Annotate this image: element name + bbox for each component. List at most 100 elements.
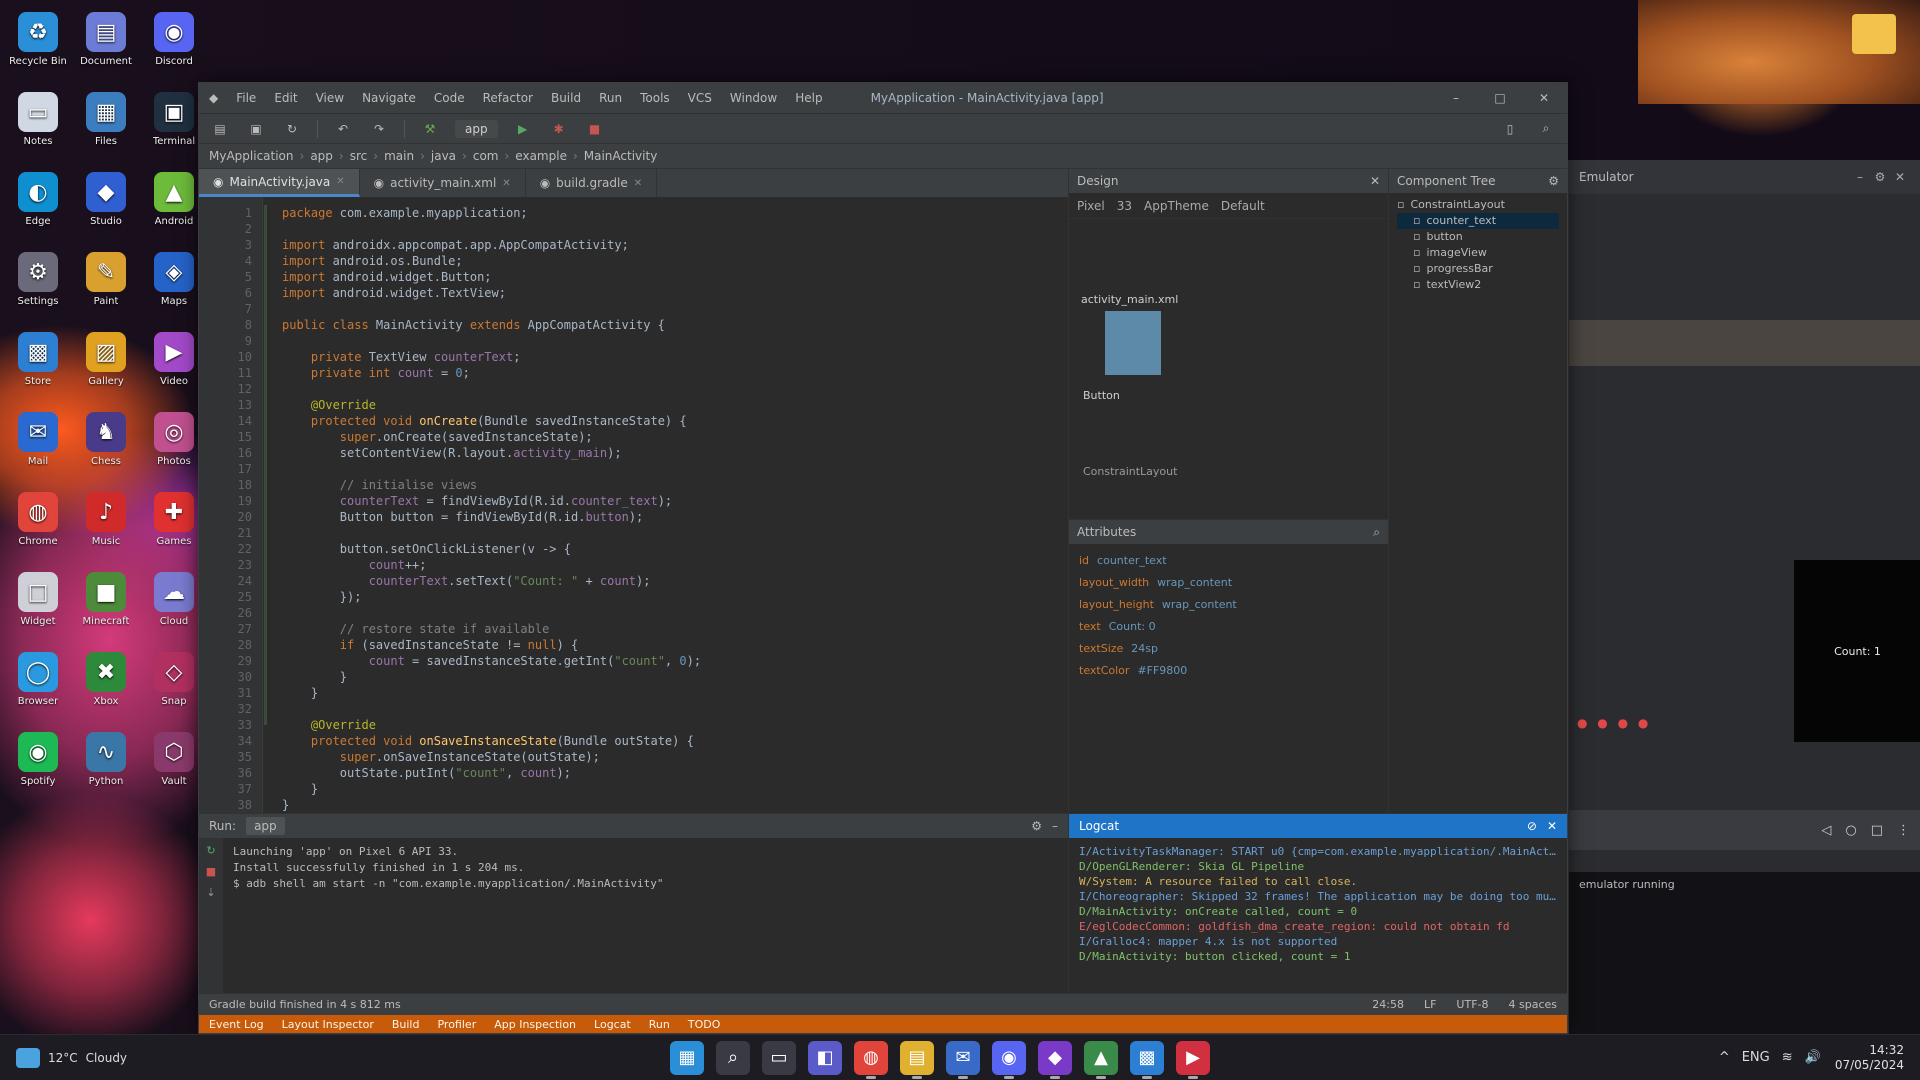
close-icon[interactable]: ✕ (1370, 174, 1380, 188)
android-studio-icon[interactable]: ▲ (1084, 1040, 1118, 1079)
close-icon[interactable]: ✕ (634, 178, 642, 189)
redo-icon[interactable]: ↷ (368, 118, 390, 140)
breadcrumb-item[interactable]: example (515, 149, 567, 163)
design-toolbar-item[interactable]: Pixel (1077, 199, 1105, 213)
menu-edit[interactable]: Edit (274, 91, 297, 105)
indent-setting[interactable]: 4 spaces (1509, 998, 1558, 1011)
desktop-icon[interactable]: ◯ Browser (6, 646, 70, 726)
menu-file[interactable]: File (236, 91, 256, 105)
desktop-icon[interactable]: ⚙ Settings (6, 246, 70, 326)
settings-icon[interactable]: ⚙ (1870, 170, 1890, 184)
logcat-clear-icon[interactable]: ⊘ (1527, 819, 1537, 833)
minimize-icon[interactable]: – (1443, 91, 1469, 105)
menu-tools[interactable]: Tools (640, 91, 670, 105)
editor-tab[interactable]: ◉ activity_main.xml ✕ (360, 169, 526, 197)
tray-icon[interactable]: ≋ (1782, 1050, 1793, 1065)
tool-window-button[interactable]: Profiler (437, 1018, 476, 1031)
desktop-icon[interactable]: ■ Minecraft (74, 566, 138, 646)
mail-icon[interactable]: ✉ (946, 1040, 980, 1079)
panel-settings-icon[interactable]: ⚙ (1031, 819, 1042, 833)
menu-view[interactable]: View (316, 91, 344, 105)
file-encoding[interactable]: UTF-8 (1456, 998, 1488, 1011)
desktop-icon[interactable]: ✖ Xbox (74, 646, 138, 726)
stop-icon[interactable]: ■ (206, 865, 216, 878)
attribute-row[interactable]: text Count: 0 (1079, 616, 1378, 638)
desktop-icon[interactable]: ◉ Discord (142, 6, 206, 86)
visual-studio-icon[interactable]: ◆ (1038, 1040, 1072, 1079)
tree-item[interactable]: ▫ textView2 (1397, 277, 1559, 293)
menu-run[interactable]: Run (599, 91, 622, 105)
panel-hide-icon[interactable]: – (1052, 819, 1058, 833)
run-config-select[interactable]: app (455, 119, 498, 138)
design-toolbar-item[interactable]: Default (1221, 199, 1265, 213)
menu-navigate[interactable]: Navigate (362, 91, 416, 105)
breadcrumb-item[interactable]: MyApplication (209, 149, 294, 163)
tray-icon[interactable]: ENG (1742, 1050, 1770, 1065)
desktop-icon[interactable]: ∿ Python (74, 726, 138, 806)
debug-icon[interactable]: ✱ (548, 118, 570, 140)
rerun-icon[interactable]: ↻ (206, 844, 215, 857)
breadcrumb-item[interactable]: MainActivity (584, 149, 658, 163)
desktop-icon[interactable]: ◎ Photos (142, 406, 206, 486)
editor-tab[interactable]: ◉ build.gradle ✕ (526, 169, 658, 197)
discord-icon[interactable]: ◉ (992, 1040, 1026, 1079)
tool-window-button[interactable]: Logcat (594, 1018, 631, 1031)
emulator-control-button[interactable]: ○ (1845, 823, 1856, 838)
desktop-icon[interactable]: ▭ Notes (6, 86, 70, 166)
close-icon[interactable]: ✕ (336, 176, 344, 187)
task-view-icon[interactable]: ▭ (762, 1040, 796, 1075)
line-separator[interactable]: LF (1424, 998, 1436, 1011)
desktop-icon[interactable]: ☁ Cloud (142, 566, 206, 646)
emulator-screen[interactable]: Count: 1 (1794, 560, 1920, 742)
breadcrumb-item[interactable]: main (384, 149, 414, 163)
menu-window[interactable]: Window (730, 91, 777, 105)
chrome-icon[interactable]: ◍ (854, 1040, 888, 1079)
editor-tab[interactable]: ◉ MainActivity.java ✕ (199, 169, 360, 197)
save-icon[interactable]: ▣ (245, 118, 267, 140)
desktop-icon[interactable]: ▦ Files (74, 86, 138, 166)
desktop-icon[interactable]: ◆ Studio (74, 166, 138, 246)
desktop-icon[interactable]: ✚ Games (142, 486, 206, 566)
attribute-row[interactable]: id counter_text (1079, 550, 1378, 572)
tool-window-button[interactable]: Build (392, 1018, 420, 1031)
desktop-icon[interactable]: ▶ Video (142, 326, 206, 406)
file-explorer-icon[interactable]: ▤ (900, 1040, 934, 1079)
desktop-icon[interactable]: ♞ Chess (74, 406, 138, 486)
emulator-control-button[interactable]: □ (1871, 823, 1883, 838)
desktop-icon[interactable]: ◇ Snap (142, 646, 206, 726)
desktop-icon[interactable]: ✉ Mail (6, 406, 70, 486)
build-icon[interactable]: ⚒ (419, 118, 441, 140)
menu-build[interactable]: Build (551, 91, 581, 105)
desktop-icon[interactable]: ▣ Terminal (142, 86, 206, 166)
device-manager-icon[interactable]: ▯ (1499, 118, 1521, 140)
widgets-icon[interactable]: ◧ (808, 1040, 842, 1075)
desktop-icon[interactable]: ♪ Music (74, 486, 138, 566)
desktop-icon[interactable]: ✎ Paint (74, 246, 138, 326)
run-console[interactable]: Launching 'app' on Pixel 6 API 33. Instal… (223, 838, 1068, 993)
search-icon[interactable]: ⌕ (1373, 525, 1380, 540)
tray-icon[interactable]: 🔊 (1805, 1050, 1821, 1065)
breadcrumb-item[interactable]: com (473, 149, 499, 163)
selected-component-box[interactable] (1105, 311, 1161, 375)
desktop-icon[interactable]: ◈ Maps (142, 246, 206, 326)
emulator-control-button[interactable]: ◁ (1821, 823, 1831, 838)
tree-item[interactable]: ▫ imageView (1397, 245, 1559, 261)
search-icon[interactable]: ⌕ (1535, 118, 1557, 140)
design-toolbar-item[interactable]: 33 (1117, 199, 1132, 213)
tray-icon[interactable]: ^ (1719, 1050, 1730, 1065)
attribute-row[interactable]: layout_width wrap_content (1079, 572, 1378, 594)
breadcrumb-item[interactable]: java (431, 149, 456, 163)
maximize-icon[interactable]: □ (1487, 91, 1513, 105)
tree-item[interactable]: ▫ button (1397, 229, 1559, 245)
undo-icon[interactable]: ↶ (332, 118, 354, 140)
emulator-window[interactable]: Emulator – ⚙ ✕ Count: 1 ● ● ● ● ◁ ○ □ ⋮ emu… (1568, 160, 1920, 1060)
weather-widget[interactable]: 12°C Cloudy (16, 1047, 216, 1068)
breadcrumb-item[interactable]: src (350, 149, 368, 163)
attribute-row[interactable]: layout_height wrap_content (1079, 594, 1378, 616)
desktop-icon[interactable]: ▨ Gallery (74, 326, 138, 406)
cursor-position[interactable]: 24:58 (1372, 998, 1404, 1011)
menu-help[interactable]: Help (795, 91, 822, 105)
sync-icon[interactable]: ↻ (281, 118, 303, 140)
open-folder-icon[interactable]: ▤ (209, 118, 231, 140)
tool-window-button[interactable]: App Inspection (494, 1018, 576, 1031)
